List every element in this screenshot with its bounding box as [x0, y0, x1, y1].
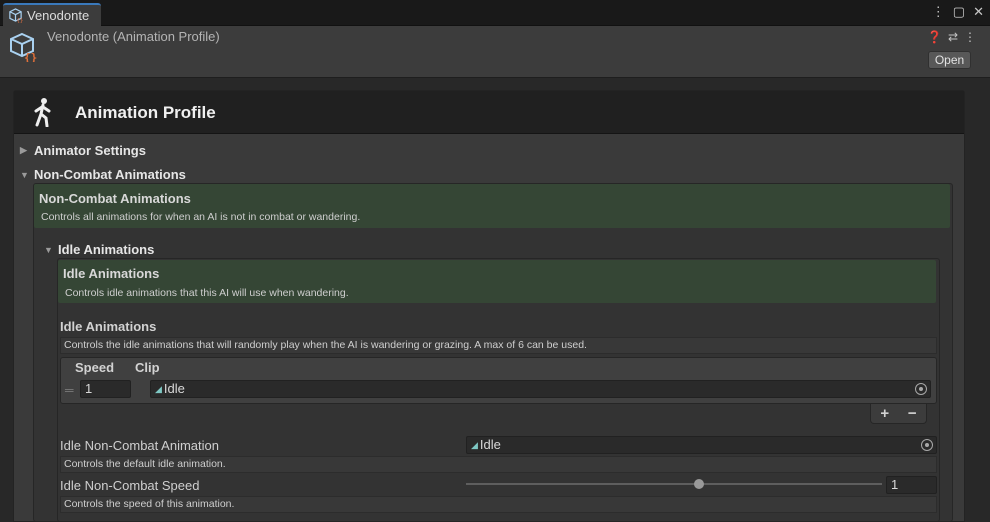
clip-value: Idle — [163, 381, 185, 396]
clip-value: Idle — [479, 437, 501, 452]
speed-value-field[interactable]: 1 — [886, 476, 937, 494]
cube-icon: {} — [9, 8, 23, 23]
idle-non-combat-animation-label: Idle Non-Combat Animation — [60, 438, 219, 453]
more-icon[interactable]: ⋮ — [932, 4, 945, 20]
speed-slider-track[interactable] — [466, 483, 882, 485]
maximize-icon[interactable]: ▢ — [953, 4, 965, 20]
more-icon[interactable]: ⋮ — [964, 30, 976, 44]
header-title: Venodonte (Animation Profile) — [47, 29, 220, 44]
asset-icon: {} — [10, 32, 37, 62]
scrollbar[interactable] — [977, 78, 990, 522]
help-description: Controls all animations for when an AI i… — [41, 211, 361, 223]
idle-animations-foldout[interactable]: ▼ Idle Animations — [44, 242, 154, 257]
tab-label: Venodonte — [27, 8, 90, 23]
collapsed-arrow-icon: ▶ — [20, 145, 27, 155]
foldout-label: Animator Settings — [34, 143, 146, 158]
drag-handle-icon[interactable]: ═ — [65, 383, 74, 397]
remove-item-button[interactable]: − — [908, 405, 917, 422]
foldout-label: Idle Animations — [58, 242, 155, 257]
animation-clip-icon: ◢ — [471, 440, 478, 450]
idle-help-box: Idle Animations Controls idle animations… — [58, 260, 936, 303]
profile-header: Animation Profile — [14, 91, 964, 134]
object-picker-icon[interactable] — [915, 383, 927, 395]
tab-bar: {} Venodonte ⋮ ▢ ✕ — [0, 0, 990, 26]
add-item-button[interactable]: + — [880, 405, 889, 422]
close-icon[interactable]: ✕ — [973, 4, 984, 20]
idle-non-combat-animation-field[interactable]: ◢ Idle — [466, 436, 937, 454]
inspector-header: {} Venodonte (Animation Profile) ❓ ⇄ ⋮ O… — [0, 26, 990, 78]
speed-field[interactable]: 1 — [80, 380, 131, 398]
idle-non-combat-speed-description: Controls the speed of this animation. — [60, 496, 937, 513]
non-combat-help-box: Non-Combat Animations Controls all anima… — [34, 184, 950, 228]
object-picker-icon[interactable] — [921, 439, 933, 451]
walking-person-icon — [34, 98, 51, 127]
speed-slider-knob[interactable] — [694, 479, 704, 489]
idle-non-combat-animation-description: Controls the default idle animation. — [60, 456, 937, 473]
help-description: Controls idle animations that this AI wi… — [65, 287, 349, 299]
animator-settings-foldout[interactable]: ▶ Animator Settings — [20, 143, 146, 158]
help-title: Idle Animations — [63, 266, 160, 281]
idle-animations-list: Speed Clip ═ 1 ◢ Idle — [60, 357, 937, 404]
idle-list-title: Idle Animations — [60, 319, 157, 334]
expanded-arrow-icon: ▼ — [44, 244, 53, 255]
open-button[interactable]: Open — [928, 51, 971, 69]
profile-title: Animation Profile — [75, 103, 216, 122]
column-header-clip: Clip — [135, 360, 160, 375]
expanded-arrow-icon: ▼ — [20, 169, 29, 180]
svg-text:{}: {} — [24, 51, 37, 62]
idle-list-description: Controls the idle animations that will r… — [60, 337, 937, 354]
help-title: Non-Combat Animations — [39, 191, 191, 206]
tab-venodonte[interactable]: {} Venodonte — [3, 3, 101, 26]
clip-field[interactable]: ◢ Idle — [150, 380, 931, 398]
idle-non-combat-speed-label: Idle Non-Combat Speed — [60, 478, 200, 493]
non-combat-foldout[interactable]: ▼ Non-Combat Animations — [20, 167, 186, 182]
foldout-label: Non-Combat Animations — [34, 167, 186, 182]
column-header-speed: Speed — [75, 360, 115, 375]
animation-clip-icon: ◢ — [155, 384, 162, 394]
help-icon[interactable]: ❓ — [927, 30, 942, 44]
svg-text:{}: {} — [16, 18, 23, 23]
preset-icon[interactable]: ⇄ — [948, 30, 958, 44]
list-footer: + − — [870, 404, 927, 424]
